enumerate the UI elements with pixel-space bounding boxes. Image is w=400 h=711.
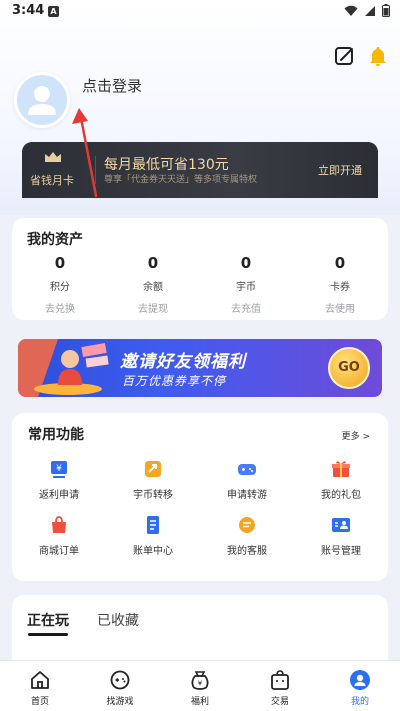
nav-label: 交易 <box>270 697 289 707</box>
banner-go-button[interactable]: GO <box>328 347 370 389</box>
func-label: 账单中心 <box>133 546 173 557</box>
func-rebate[interactable]: ¥ 返利申请 <box>12 459 106 501</box>
status-time: 3:44 <box>12 3 45 18</box>
edit-icon[interactable] <box>333 44 357 68</box>
bill-icon <box>147 516 159 534</box>
asset-value: 0 <box>240 254 252 272</box>
asset-value: 0 <box>147 254 159 272</box>
func-switch-game[interactable]: 申请转游 <box>200 459 294 501</box>
active-tab-indicator <box>28 633 68 636</box>
func-orders[interactable]: 商城订单 <box>12 515 106 557</box>
home-icon <box>31 671 49 689</box>
func-label: 商城订单 <box>39 546 79 557</box>
asset-coupons[interactable]: 0 卡券 去使用 <box>300 254 380 315</box>
nav-home[interactable]: 首页 <box>0 669 80 707</box>
func-label: 账号管理 <box>321 546 361 557</box>
asset-label: 余额 <box>143 282 163 293</box>
nav-label: 首页 <box>30 697 49 707</box>
asset-action[interactable]: 去充值 <box>206 300 286 315</box>
func-label: 我的客服 <box>227 546 267 557</box>
trade-icon <box>271 670 289 690</box>
transfer-icon <box>145 461 161 477</box>
bell-icon[interactable] <box>366 44 390 68</box>
func-transfer[interactable]: 宇币转移 <box>106 459 200 501</box>
func-account[interactable]: 账号管理 <box>294 515 388 557</box>
banner-illustration-icon <box>18 339 109 397</box>
asset-value: 0 <box>334 254 346 272</box>
nav-trade[interactable]: 交易 <box>240 669 320 707</box>
assets-card: 我的资产 0 积分 去兑换 0 余额 去提现 0 宇币 去充值 0 卡券 去使用 <box>12 218 388 320</box>
asset-coins[interactable]: 0 宇币 去充值 <box>206 254 286 315</box>
games-card: 正在玩 已收藏 <box>12 595 388 665</box>
wifi-icon <box>344 5 358 16</box>
asset-label: 宇币 <box>236 282 256 293</box>
gamepad-icon <box>238 464 256 475</box>
vip-card-title: 每月最低可省130元 <box>104 157 229 173</box>
func-label: 宇币转移 <box>133 490 173 501</box>
bottom-nav: 首页 找游戏 ¥ 福利 交易 我的 <box>0 660 400 711</box>
func-bills[interactable]: 账单中心 <box>106 515 200 557</box>
status-bar: 3:44 A <box>0 0 400 24</box>
svg-text:¥: ¥ <box>56 464 62 474</box>
banner-title: 邀请好友领福利 <box>120 352 246 372</box>
more-link[interactable]: 更多 > <box>342 429 370 442</box>
annotation-arrow-icon <box>72 108 98 198</box>
vip-card-subtitle: 尊享「代金券天天送」等多项专属特权 <box>104 175 258 185</box>
invite-banner[interactable]: 邀请好友领福利 百万优惠券享不停 GO <box>18 339 382 397</box>
func-gifts[interactable]: 我的礼包 <box>294 459 388 501</box>
chat-icon <box>239 517 255 533</box>
asset-action[interactable]: 去兑换 <box>20 300 100 315</box>
gift-icon <box>332 461 350 477</box>
asset-action[interactable]: 去使用 <box>300 300 380 315</box>
nav-find-game[interactable]: 找游戏 <box>80 669 160 707</box>
account-icon <box>332 518 350 532</box>
tab-favorites[interactable]: 已收藏 <box>97 610 139 630</box>
login-link[interactable]: 点击登录 <box>82 75 142 96</box>
nav-label: 福利 <box>190 697 209 707</box>
asset-label: 积分 <box>50 282 70 293</box>
vip-open-button[interactable]: 立即开通 <box>318 162 362 178</box>
tab-playing[interactable]: 正在玩 <box>27 610 69 630</box>
rebate-icon: ¥ <box>51 461 67 478</box>
asset-points[interactable]: 0 积分 去兑换 <box>20 254 100 315</box>
nav-label: 我的 <box>350 697 369 707</box>
func-label: 申请转游 <box>227 490 267 501</box>
func-label: 返利申请 <box>39 490 79 501</box>
assets-title: 我的资产 <box>27 232 83 248</box>
profile-icon <box>350 670 370 690</box>
find-game-icon <box>110 670 130 690</box>
signal-icon <box>365 5 375 16</box>
functions-title: 常用功能 <box>28 427 84 443</box>
asset-value: 0 <box>54 254 66 272</box>
nav-welfare[interactable]: ¥ 福利 <box>160 669 240 707</box>
functions-card: 常用功能 更多 > ¥ 返利申请 宇币转移 申请转游 我的礼包 商城订单 账单中… <box>12 413 388 581</box>
func-support[interactable]: 我的客服 <box>200 515 294 557</box>
asset-action[interactable]: 去提现 <box>113 300 193 315</box>
svg-text:¥: ¥ <box>198 680 203 688</box>
nav-label: 找游戏 <box>106 697 134 707</box>
battery-icon <box>382 4 390 17</box>
func-label: 我的礼包 <box>321 490 361 501</box>
system-icons <box>344 4 390 17</box>
asset-balance[interactable]: 0 余额 去提现 <box>113 254 193 315</box>
nav-profile[interactable]: 我的 <box>320 669 400 707</box>
banner-subtitle: 百万优惠券享不停 <box>122 374 227 388</box>
shopping-bag-icon <box>52 516 66 533</box>
welfare-icon: ¥ <box>191 671 209 690</box>
notification-badge: A <box>48 6 59 17</box>
asset-label: 卡券 <box>330 282 350 293</box>
